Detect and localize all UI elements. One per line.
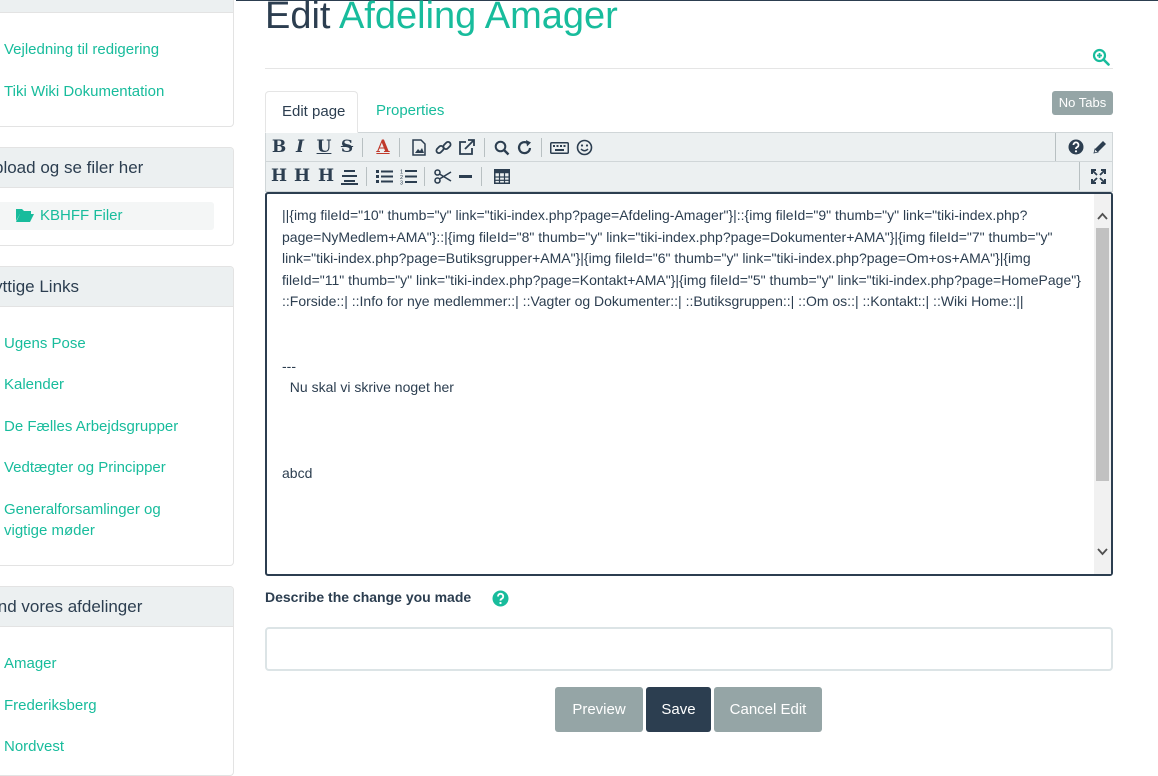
sidebar-link-ugens-pose[interactable]: Ugens Pose (4, 333, 86, 354)
folder-open-icon (16, 209, 34, 222)
no-tabs-button[interactable]: No Tabs (1052, 91, 1113, 115)
editor-toolbar-row-1: B I U S A (265, 132, 1113, 162)
horizontal-rule-icon[interactable] (459, 175, 472, 178)
page-title: Edit Afdeling Amager (265, 0, 618, 44)
help-panel-header (0, 0, 233, 13)
links-panel-heading: yttige Links (0, 267, 233, 307)
redo-icon[interactable] (517, 139, 533, 156)
sidebar-link-generalforsamlinger[interactable]: Generalforsamlinger og (4, 499, 161, 520)
question-circle-icon[interactable] (492, 590, 509, 607)
strikethrough-button[interactable]: S (339, 137, 355, 158)
help-panel: Vejledning til redigering Tiki Wiki Doku… (0, 0, 234, 127)
toolbar-separator (362, 138, 363, 157)
scroll-down-icon[interactable] (1097, 546, 1108, 557)
folder-link-kbhff[interactable]: KBHFF Filer (0, 202, 214, 230)
toolbar-separator (366, 167, 367, 186)
sidebar-link-vedtaegter[interactable]: Vedtægter og Principper (4, 457, 166, 478)
toolbar-separator (541, 138, 542, 157)
sidebar: Vejledning til redigering Tiki Wiki Doku… (0, 0, 236, 776)
editor-content: ||{img fileId="10" thumb="y" link="tiki-… (282, 207, 1081, 481)
tab-properties[interactable]: Properties (360, 91, 460, 133)
describe-change-label: Describe the change you made (265, 589, 472, 605)
wiki-editor-textarea[interactable]: ||{img fileId="10" thumb="y" link="tiki-… (265, 192, 1113, 576)
sidebar-link-arbejdsgrupper[interactable]: De Fælles Arbejdsgrupper (4, 416, 178, 437)
describe-change-input[interactable] (265, 627, 1113, 671)
scrollbar-thumb[interactable] (1096, 228, 1109, 481)
heading-3-button[interactable]: H (316, 166, 336, 187)
svg-text:3: 3 (400, 181, 403, 186)
heading-1-button[interactable]: H (269, 166, 289, 187)
heading-2-button[interactable]: H (292, 166, 312, 187)
toolbar-separator (399, 138, 400, 157)
cancel-edit-button[interactable]: Cancel Edit (714, 687, 822, 732)
branches-panel-heading: ind vores afdelinger (0, 587, 233, 627)
bullet-list-icon[interactable] (376, 169, 393, 184)
pencil-icon[interactable] (1092, 139, 1108, 155)
branches-panel: ind vores afdelinger Amager Frederiksber… (0, 586, 234, 776)
zoom-in-icon[interactable] (1092, 48, 1110, 66)
image-icon[interactable] (412, 139, 426, 156)
editor-scrollbar[interactable] (1094, 194, 1111, 574)
scroll-up-icon[interactable] (1097, 211, 1108, 222)
fullscreen-icon[interactable] (1091, 169, 1106, 184)
toolbar-right-group-2 (1079, 162, 1113, 190)
sidebar-link-editing-guide[interactable]: Vejledning til redigering (4, 39, 159, 60)
toolbar-right-group (1055, 133, 1113, 161)
folder-label: KBHFF Filer (40, 207, 123, 224)
sidebar-link-tiki-docs[interactable]: Tiki Wiki Dokumentation (4, 81, 164, 102)
toolbar-separator (484, 138, 485, 157)
editor-toolbar-row-2: H H H 123 (265, 162, 1113, 192)
upload-panel: pload og se filer her KBHFF Filer (0, 147, 234, 246)
preview-button[interactable]: Preview (555, 687, 643, 732)
sidebar-link-nordvest[interactable]: Nordvest (4, 736, 64, 757)
upload-panel-heading: pload og se filer her (0, 148, 233, 188)
toolbar-separator (481, 167, 482, 186)
table-icon[interactable] (494, 169, 510, 184)
numbered-list-icon[interactable]: 123 (400, 168, 417, 185)
external-link-icon[interactable] (458, 139, 475, 156)
header-divider (265, 68, 1113, 69)
bold-button[interactable]: B (270, 137, 288, 158)
scissors-icon[interactable] (434, 169, 452, 184)
search-icon[interactable] (494, 140, 510, 156)
sidebar-link-frederiksberg[interactable]: Frederiksberg (4, 695, 97, 716)
tab-edit-page[interactable]: Edit page (265, 91, 358, 133)
help-icon[interactable] (1068, 139, 1084, 155)
underline-button[interactable]: U (315, 137, 333, 158)
sidebar-link-amager[interactable]: Amager (4, 653, 57, 674)
save-button[interactable]: Save (646, 687, 711, 732)
smiley-icon[interactable] (576, 139, 593, 156)
sidebar-link-kalender[interactable]: Kalender (4, 374, 64, 395)
text-color-button[interactable]: A (374, 137, 392, 158)
keyboard-icon[interactable] (550, 142, 569, 154)
links-panel: yttige Links Ugens Pose Kalender De Fæll… (0, 266, 234, 566)
italic-button[interactable]: I (292, 137, 308, 158)
link-icon[interactable] (435, 139, 452, 156)
align-center-icon[interactable] (341, 169, 358, 185)
sidebar-link-generalforsamlinger-cont[interactable]: vigtige møder (4, 520, 95, 541)
toolbar-separator (424, 167, 425, 186)
page-name: Afdeling Amager (338, 0, 618, 37)
